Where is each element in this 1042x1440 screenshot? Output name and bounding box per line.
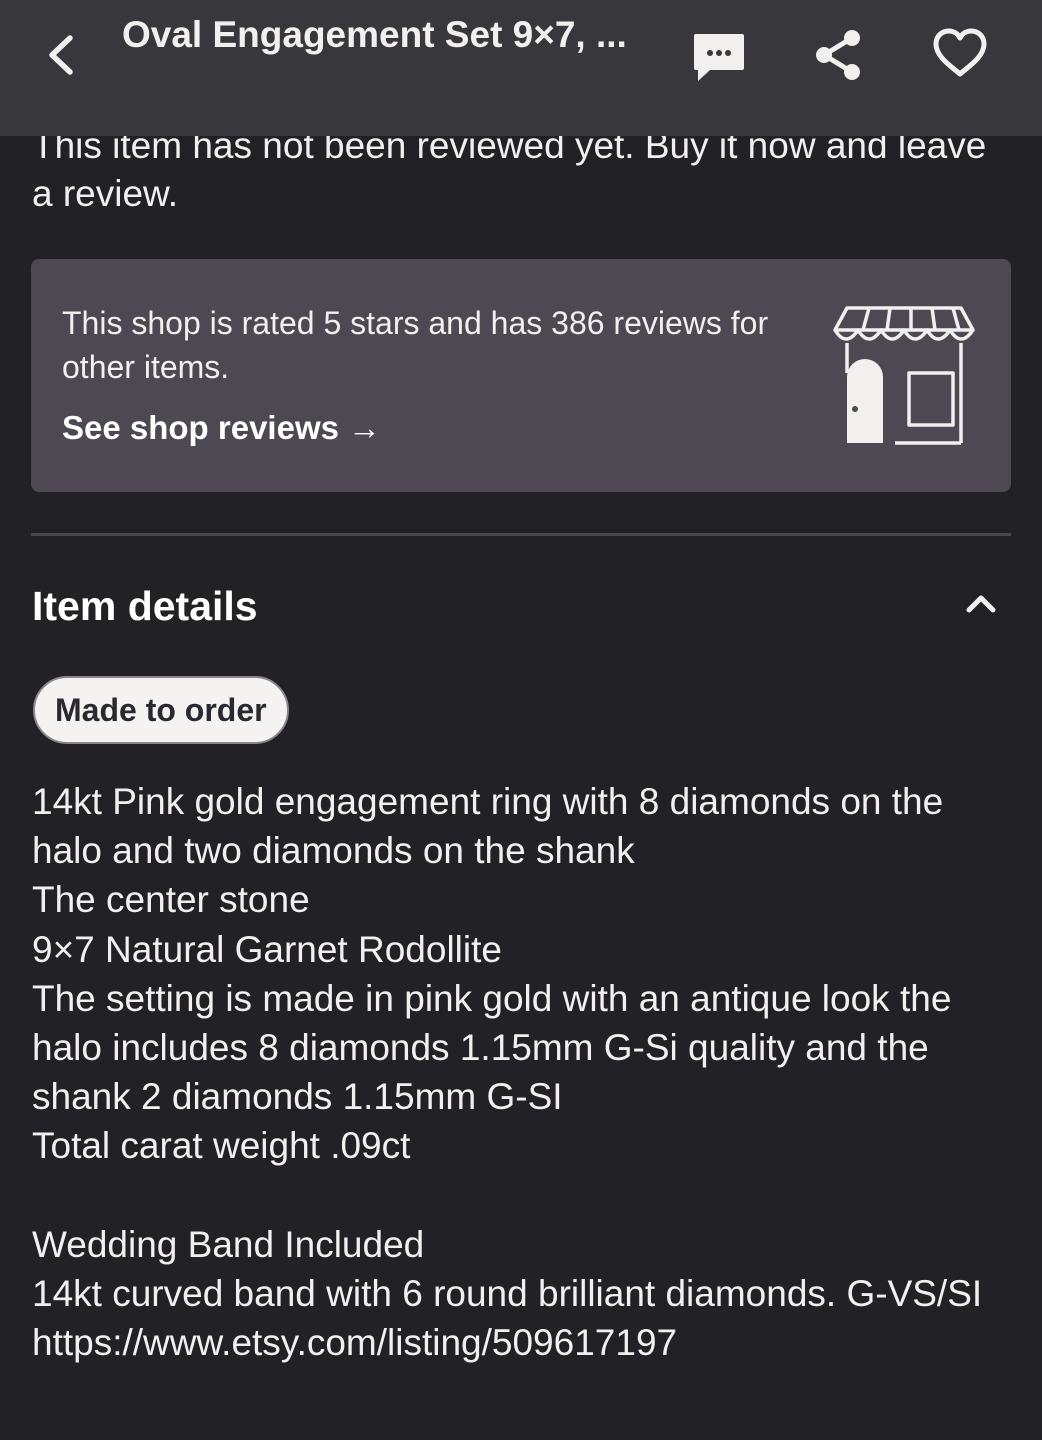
description-line: 14kt Pink gold engagement ring with 8 di… bbox=[32, 781, 944, 872]
listing-url[interactable]: https://www.etsy.com/listing/509617197 bbox=[32, 1318, 1022, 1367]
share-button[interactable] bbox=[808, 24, 868, 84]
chevron-left-icon bbox=[49, 35, 73, 75]
description-line: 14kt curved band with 6 round brilliant … bbox=[32, 1273, 983, 1315]
top-app-bar: Oval Engagement Set 9×7, ... bbox=[0, 0, 1042, 136]
description-line: Wedding Band Included bbox=[32, 1223, 425, 1265]
description-spacer bbox=[32, 1171, 1022, 1220]
message-icon bbox=[694, 34, 744, 81]
chevron-up-icon bbox=[966, 595, 996, 613]
storefront-icon bbox=[833, 306, 975, 445]
description-line: 9×7 Natural Garnet Rodollite bbox=[32, 928, 502, 970]
section-divider bbox=[31, 533, 1011, 536]
listing-page: This item has not been reviewed yet. Buy… bbox=[0, 0, 1042, 1440]
description-line: The center stone bbox=[32, 879, 310, 921]
back-button[interactable] bbox=[40, 30, 84, 80]
description-line: The setting is made in pink gold with an… bbox=[32, 977, 952, 1118]
item-description: 14kt Pink gold engagement ring with 8 di… bbox=[32, 777, 1022, 1367]
favorite-button[interactable] bbox=[930, 24, 990, 84]
see-shop-reviews-link[interactable]: See shop reviews → bbox=[62, 409, 381, 447]
no-reviews-note: This item has not been reviewed yet. Buy… bbox=[32, 125, 987, 214]
heart-icon bbox=[933, 28, 987, 77]
share-icon bbox=[816, 30, 860, 80]
item-details-heading: Item details bbox=[32, 583, 258, 629]
listing-title: Oval Engagement Set 9×7, ... bbox=[122, 14, 627, 55]
message-button[interactable] bbox=[690, 24, 750, 84]
collapse-section-button[interactable] bbox=[962, 590, 1000, 618]
shop-rating-card: This shop is rated 5 stars and has 386 r… bbox=[31, 259, 1011, 492]
description-line: Total carat weight .09ct bbox=[32, 1125, 411, 1167]
shop-rating-text: This shop is rated 5 stars and has 386 r… bbox=[62, 305, 769, 385]
made-to-order-badge: Made to order bbox=[33, 676, 289, 744]
